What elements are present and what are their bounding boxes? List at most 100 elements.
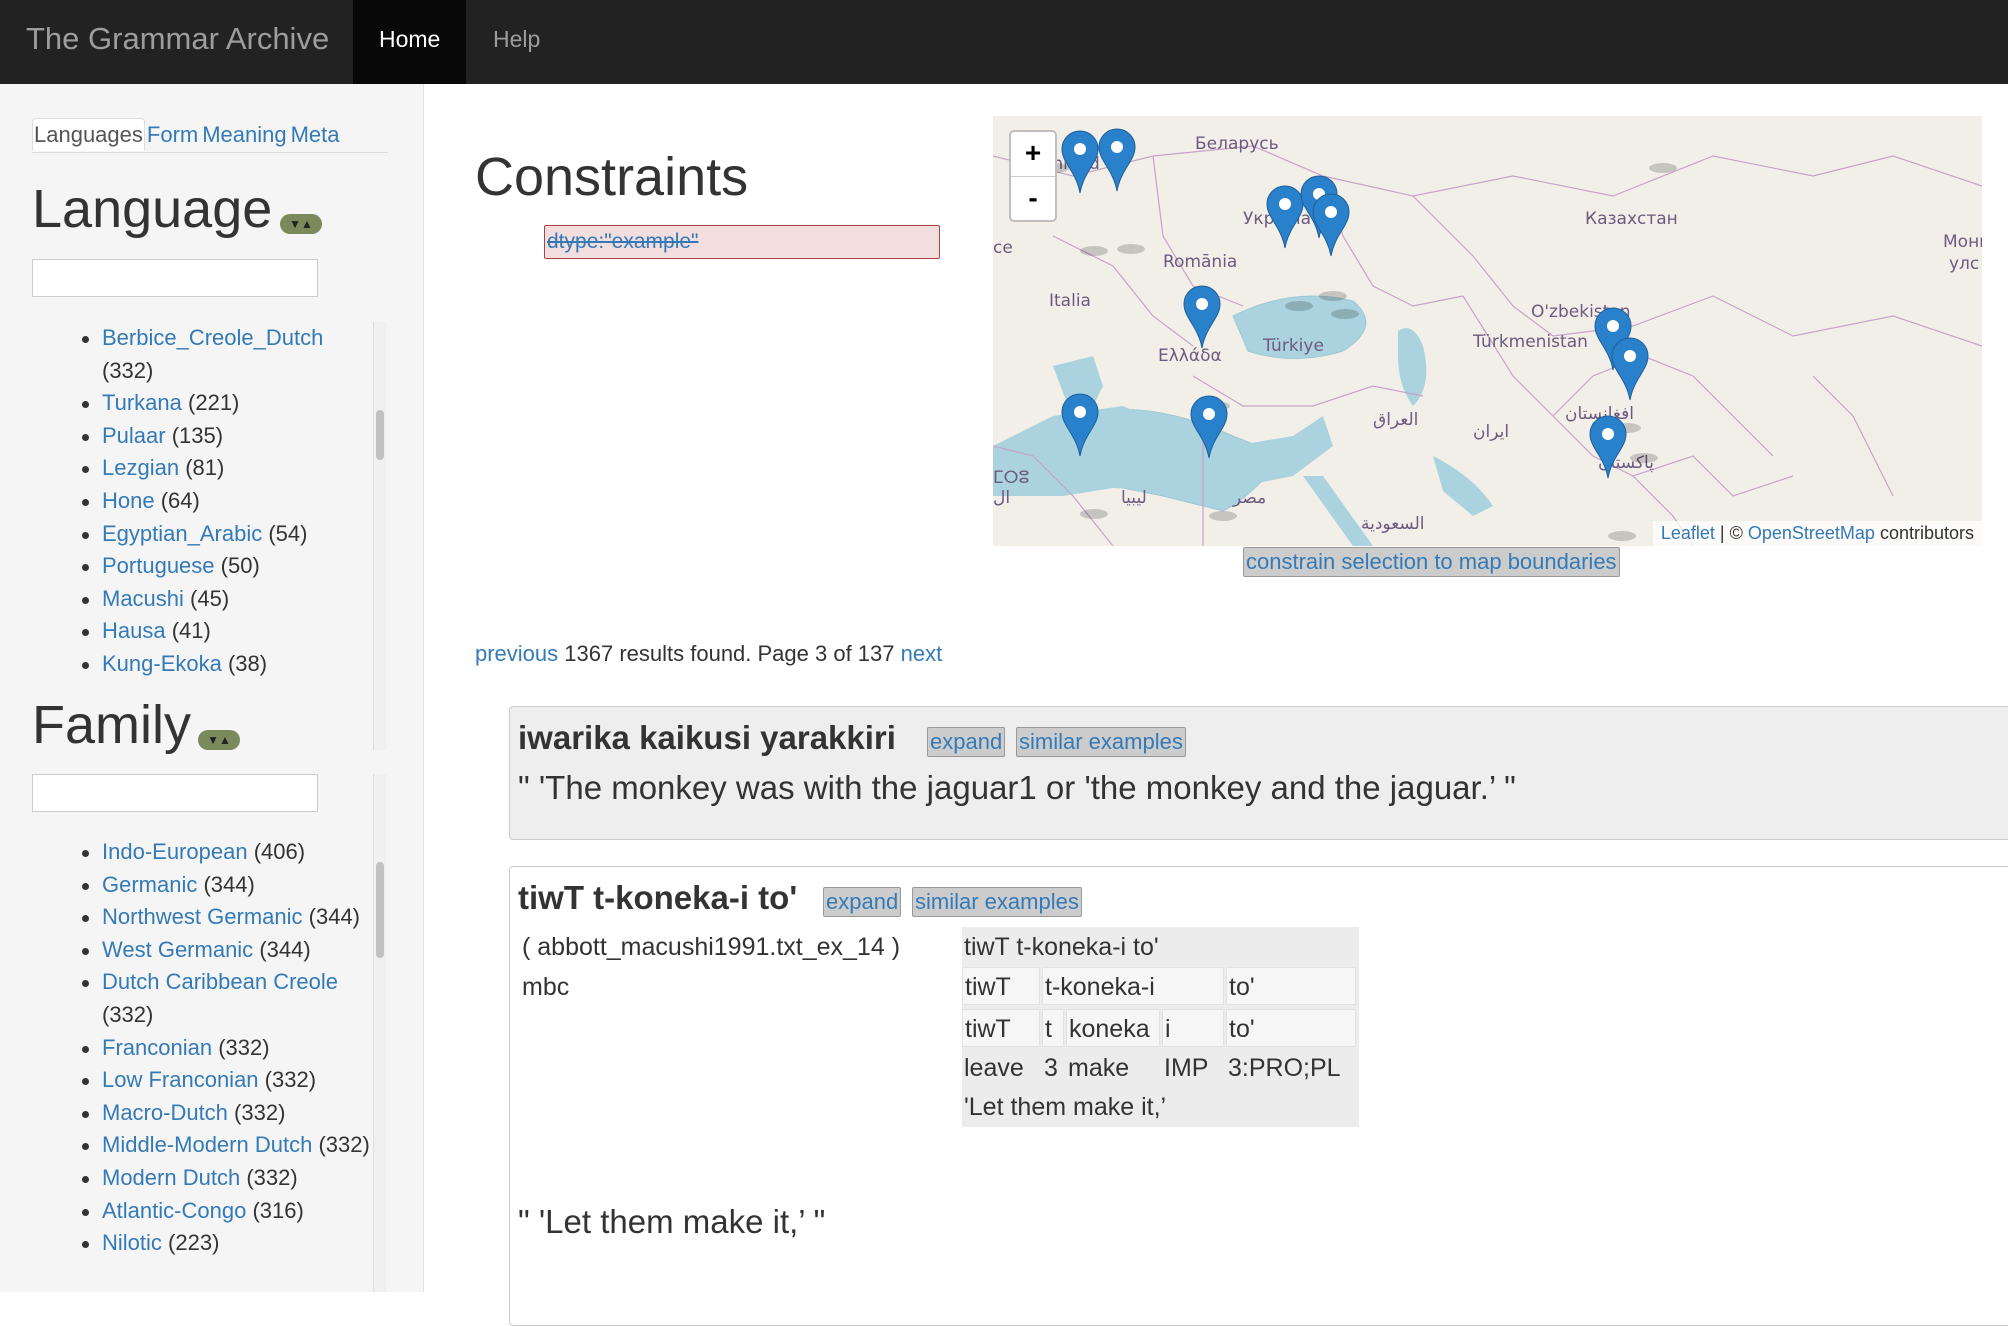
facet-item-count: (332) bbox=[102, 1001, 154, 1027]
map[interactable]: chland Беларусь Україна Казахстан Romāni… bbox=[993, 116, 1982, 546]
map-marker-icon[interactable] bbox=[1098, 128, 1145, 254]
tab-form[interactable]: Form bbox=[145, 118, 200, 151]
family-filter-input[interactable] bbox=[32, 774, 318, 812]
facet-item-link[interactable]: Germanic bbox=[102, 872, 197, 897]
facet-list-item: Macushi (45) bbox=[82, 583, 372, 616]
facet-list-item: Berbice_Creole_Dutch (332) bbox=[82, 322, 372, 387]
language-toggle-button[interactable]: ▼▲ bbox=[280, 214, 322, 234]
facet-item-count: (344) bbox=[259, 936, 311, 962]
nav-home[interactable]: Home bbox=[353, 0, 467, 84]
igt-morphs-row: tiwT t koneka i to' bbox=[962, 1009, 1359, 1049]
language-list: Berbice_Creole_Dutch (332) Turkana (221) P… bbox=[0, 322, 372, 750]
osm-link[interactable]: OpenStreetMap bbox=[1748, 523, 1875, 543]
next-link[interactable]: next bbox=[901, 641, 943, 666]
facet-list-item: Lezgian (81) bbox=[82, 452, 372, 485]
facet-list-item: Hone (64) bbox=[82, 485, 372, 518]
facet-list-item: Dutch Caribbean Creole (332) bbox=[82, 966, 372, 1031]
facet-list-item: Pulaar (135) bbox=[82, 420, 372, 453]
result-title: tiwT t-koneka-i to' bbox=[518, 879, 798, 916]
facet-item-link[interactable]: Berbice_Creole_Dutch bbox=[102, 325, 323, 350]
facet-item-link[interactable]: Modern Dutch bbox=[102, 1165, 240, 1190]
tab-meaning[interactable]: Meaning bbox=[200, 118, 288, 151]
facet-item-count: (45) bbox=[190, 585, 230, 611]
facet-item-link[interactable]: Middle-Modern Dutch bbox=[102, 1132, 312, 1157]
language-filter-input[interactable] bbox=[32, 259, 318, 297]
igt-gloss: leave bbox=[964, 1054, 1024, 1082]
language-scroll-thumb[interactable] bbox=[376, 410, 384, 460]
family-scroll-thumb[interactable] bbox=[376, 862, 384, 958]
facet-item-link[interactable]: Macushi bbox=[102, 586, 184, 611]
brand-link[interactable]: The Grammar Archive bbox=[26, 0, 329, 84]
facet-tabs: Languages Form Meaning Meta bbox=[32, 118, 388, 153]
facet-item-link[interactable]: Pulaar bbox=[102, 423, 166, 448]
map-marker-icon[interactable] bbox=[1183, 285, 1230, 411]
igt-gloss: 3:PRO;PL bbox=[1228, 1054, 1341, 1082]
map-marker-icon[interactable] bbox=[1589, 415, 1636, 541]
pager: previous 1367 results found. Page 3 of 1… bbox=[475, 641, 942, 667]
zoom-out-button[interactable]: - bbox=[1011, 177, 1055, 221]
igt-morph: i bbox=[1162, 1009, 1224, 1047]
facet-list-item: Northwest Germanic (344) bbox=[82, 901, 372, 934]
facet-item-link[interactable]: Atlantic-Congo bbox=[102, 1198, 246, 1223]
result-card: tiwT t-koneka-i to' expand similar examp… bbox=[509, 866, 2008, 1326]
constraint-chip[interactable]: dtype:"example" bbox=[544, 225, 940, 259]
igt-morph: tiwT bbox=[962, 1009, 1040, 1047]
map-marker-icon[interactable] bbox=[1300, 175, 1347, 301]
facet-item-link[interactable]: Kung-Ekoka bbox=[102, 651, 222, 676]
facet-item-link[interactable]: West Germanic bbox=[102, 937, 253, 962]
tab-meta[interactable]: Meta bbox=[289, 118, 342, 151]
family-list: Indo-European (406) Germanic (344) Northwe… bbox=[0, 836, 372, 1292]
facet-item-count: (316) bbox=[252, 1197, 304, 1223]
language-facet-title: Language bbox=[32, 179, 273, 239]
similar-examples-button[interactable]: similar examples bbox=[912, 887, 1082, 917]
attribution-tail: contributors bbox=[1874, 523, 1974, 543]
facet-list-item: Low Franconian (332) bbox=[82, 1064, 372, 1097]
expand-button[interactable]: expand bbox=[823, 887, 902, 917]
family-toggle-button[interactable]: ▼▲ bbox=[198, 730, 240, 750]
facet-item-count: (344) bbox=[308, 904, 360, 930]
facet-item-link[interactable]: Turkana bbox=[102, 390, 182, 415]
family-list-scrollbar[interactable] bbox=[373, 774, 386, 1292]
facet-item-link[interactable]: Hausa bbox=[102, 618, 166, 643]
facet-item-count: (344) bbox=[203, 871, 255, 897]
igt-gloss-row: leave 3 make IMP 3:PRO;PL bbox=[962, 1049, 1359, 1089]
tab-languages[interactable]: Languages bbox=[32, 118, 145, 151]
facet-item-count: (38) bbox=[227, 650, 268, 676]
navbar: The Grammar Archive Home Help bbox=[0, 0, 2008, 84]
facet-item-link[interactable]: Lezgian bbox=[102, 455, 179, 480]
leaflet-link[interactable]: Leaflet bbox=[1661, 523, 1715, 543]
language-list-scrollbar[interactable] bbox=[373, 322, 386, 750]
facet-item-count: (332) bbox=[246, 1164, 298, 1190]
facet-item-link[interactable]: Nilotic bbox=[102, 1230, 162, 1255]
map-marker-icon[interactable] bbox=[1190, 395, 1237, 521]
interlinear-gloss: tiwT t-koneka-i to' tiwT t-koneka-i to' … bbox=[962, 927, 1359, 1127]
facet-item-link[interactable]: Egyptian_Arabic bbox=[102, 521, 262, 546]
constrain-map-button[interactable]: constrain selection to map boundaries bbox=[1243, 547, 1620, 577]
map-marker-icon[interactable] bbox=[1631, 116, 1677, 173]
facet-list-item: Kung-Ekoka (38) bbox=[82, 648, 372, 681]
facet-item-count: (64) bbox=[160, 487, 200, 513]
map-attribution: Leaflet | © OpenStreetMap contributors bbox=[1652, 521, 1982, 546]
expand-button[interactable]: expand bbox=[927, 727, 1006, 757]
facet-list-item: Turkana (221) bbox=[82, 387, 372, 420]
facet-item-link[interactable]: Indo-European bbox=[102, 839, 248, 864]
facet-item-count: (332) bbox=[318, 1132, 370, 1158]
facet-item-link[interactable]: Dutch Caribbean Creole bbox=[102, 969, 338, 994]
facet-item-link[interactable]: Portuguese bbox=[102, 553, 215, 578]
igt-gloss: make bbox=[1068, 1054, 1130, 1082]
facet-item-count: (332) bbox=[234, 1099, 286, 1125]
similar-examples-button[interactable]: similar examples bbox=[1016, 727, 1186, 757]
facet-item-link[interactable]: Hone bbox=[102, 488, 155, 513]
nav-help[interactable]: Help bbox=[467, 0, 566, 84]
previous-link[interactable]: previous bbox=[475, 641, 558, 666]
facet-item-link[interactable]: Macro-Dutch bbox=[102, 1100, 228, 1125]
facet-list-item: Franconian (332) bbox=[82, 1032, 372, 1065]
zoom-in-button[interactable]: + bbox=[1011, 132, 1055, 177]
result-title: iwarika kaikusi yarakkiri bbox=[518, 719, 896, 756]
facet-item-link[interactable]: Franconian bbox=[102, 1035, 212, 1060]
facet-list-item: Portuguese (50) bbox=[82, 550, 372, 583]
facet-item-link[interactable]: Northwest Germanic bbox=[102, 904, 303, 929]
facet-item-link[interactable]: Low Franconian bbox=[102, 1067, 259, 1092]
facet-list-item: Germanic (344) bbox=[82, 869, 372, 902]
map-marker-icon[interactable] bbox=[1061, 393, 1108, 519]
